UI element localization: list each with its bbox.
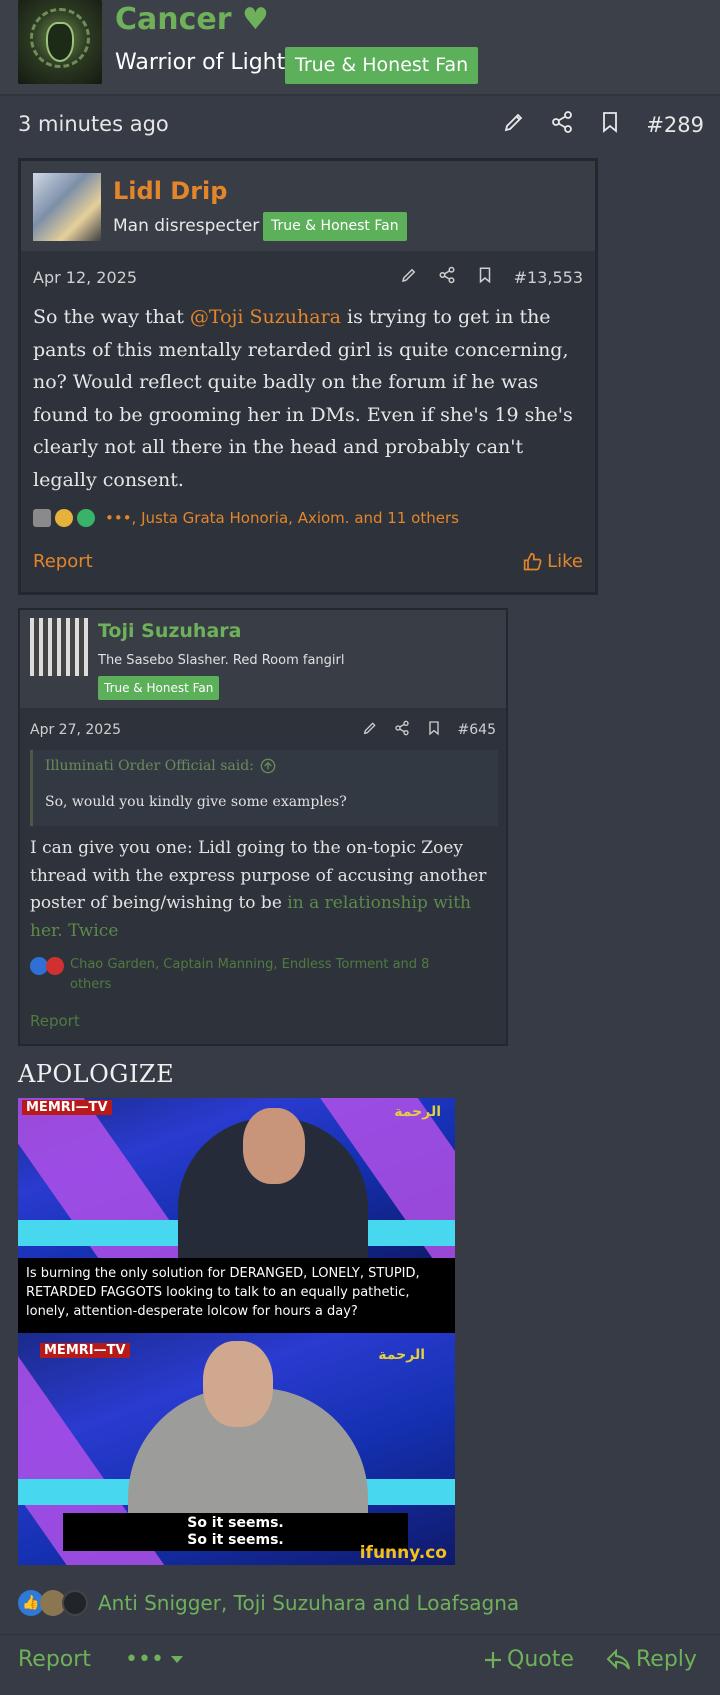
post-reactions[interactable]: 👍 Anti Snigger, Toji Suzuhara and Loafsa… [18, 1590, 519, 1616]
edit-icon [400, 266, 418, 288]
like-label: Like [547, 551, 583, 572]
meme-subtitle-bottom: So it seems. So it seems. [63, 1513, 408, 1551]
channel-logo: الرحمة [378, 1347, 425, 1363]
reply-button[interactable]: Reply [606, 1647, 697, 1672]
nested-quote-author: Illuminati Order Official said: [45, 758, 254, 774]
post-header: Cancer ♥ Warrior of Light True & Honest … [0, 0, 720, 96]
report-button[interactable]: Report [18, 1647, 91, 1672]
share-icon[interactable] [550, 110, 574, 139]
reaction-icon [55, 509, 73, 527]
embedded-screenshot-toji: Toji Suzuhara The Sasebo Slasher. Red Ro… [18, 608, 508, 1046]
edit-icon [362, 720, 378, 740]
guest-head [203, 1341, 273, 1427]
nested-quote-text: So, would you kindly give some examples? [45, 794, 347, 810]
chevron-down-icon [170, 1655, 183, 1663]
quoted-report: Report [33, 551, 93, 572]
body-text: So the way that [33, 306, 190, 328]
post-footer: Report ••• Quote Reply [0, 1634, 720, 1695]
quoted-body: I can give you one: Lidl going to the on… [30, 835, 505, 945]
quoted-user-title: Man disrespecter [113, 216, 260, 236]
memri-logo: MEMRI—TV [22, 1100, 112, 1115]
body-text: is trying to get in the pants of this me… [33, 306, 573, 491]
reaction-icon [33, 509, 51, 527]
quoted-username: Toji Suzuhara [98, 620, 242, 642]
quoted-post-number: #645 [457, 722, 496, 738]
edit-icon[interactable] [502, 110, 526, 139]
user-badge: True & Honest Fan [285, 47, 479, 84]
ifunny-watermark: ifunny.co [359, 1543, 447, 1563]
more-options-button[interactable]: ••• [125, 1647, 184, 1672]
meme-panel-top: MEMRI—TV الرحمة [18, 1098, 455, 1258]
nested-quote-header: Illuminati Order Official said: [45, 758, 276, 774]
quoted-actions: #13,553 [400, 266, 583, 288]
reaction-names: •••, Justa Grata Honoria, Axiom. and 11 … [105, 509, 459, 527]
presenter-head [243, 1108, 305, 1184]
post-time[interactable]: 3 minutes ago [18, 112, 169, 136]
subtitle-line: So it seems. [187, 1515, 284, 1531]
meme-image[interactable]: MEMRI—TV الرحمة Is burning the only solu… [18, 1098, 455, 1565]
user-title: Warrior of Light [115, 50, 286, 75]
quoted-user-title: The Sasebo Slasher. Red Room fangirl [98, 653, 345, 668]
quote-button[interactable]: Quote [483, 1647, 574, 1672]
top-hat-icon [62, 1590, 88, 1616]
quoted-report: Report [30, 1012, 80, 1030]
quoted-user-badge: True & Honest Fan [98, 676, 220, 700]
share-icon [438, 266, 456, 288]
post-caption: APOLOGIZE [18, 1060, 175, 1088]
quoted-username: Lidl Drip [113, 177, 228, 205]
mention-link: @Toji Suzuhara [189, 306, 342, 328]
avatar-face [46, 22, 74, 62]
memri-logo: MEMRI—TV [40, 1343, 130, 1358]
post-number[interactable]: #289 [646, 113, 704, 137]
quoted-actions: #645 [362, 720, 496, 740]
avatar [30, 618, 88, 676]
check-icon [77, 509, 95, 527]
embedded-screenshot-lidl: Lidl Drip Man disrespecter True & Honest… [18, 158, 598, 595]
bookmark-icon[interactable] [598, 110, 622, 139]
reaction-names: Chao Garden, Captain Manning, Endless To… [70, 957, 430, 992]
username[interactable]: Cancer ♥ [115, 2, 269, 37]
thumbs-up-icon [523, 552, 542, 570]
reply-icon [606, 1648, 630, 1670]
plus-icon [485, 1651, 501, 1668]
reply-label: Reply [636, 1647, 697, 1672]
nested-quote: Illuminati Order Official said: So, woul… [30, 750, 498, 826]
post-actions: #289 [502, 110, 704, 139]
bookmark-icon [426, 720, 442, 740]
quoted-like: Like [523, 551, 583, 572]
channel-logo: الرحمة [394, 1104, 441, 1120]
arrow-up-circle-icon [260, 758, 276, 774]
quoted-reactions: Chao Garden, Captain Manning, Endless To… [30, 955, 460, 995]
subtitle-line: So it seems. [187, 1532, 284, 1548]
quoted-date: Apr 27, 2025 [30, 722, 122, 738]
quoted-post-number: #13,553 [513, 267, 583, 287]
quoted-reactions: •••, Justa Grata Honoria, Axiom. and 11 … [33, 509, 459, 527]
quoted-body: So the way that @Toji Suzuhara is trying… [33, 301, 583, 496]
quoted-user-badge: True & Honest Fan [263, 212, 407, 241]
bookmark-icon [476, 266, 494, 288]
reaction-names[interactable]: Anti Snigger, Toji Suzuhara and Loafsagn… [98, 1591, 519, 1615]
share-icon [394, 720, 410, 740]
quoted-date: Apr 12, 2025 [33, 268, 138, 287]
avatar[interactable] [18, 0, 102, 84]
heart-icon [46, 957, 64, 975]
more-options-label: ••• [125, 1647, 164, 1672]
reaction-icons: 👍 [18, 1590, 88, 1616]
quote-label: Quote [507, 1647, 574, 1672]
meme-subtitle-top: Is burning the only solution for DERANGE… [18, 1258, 455, 1333]
avatar [33, 173, 101, 241]
